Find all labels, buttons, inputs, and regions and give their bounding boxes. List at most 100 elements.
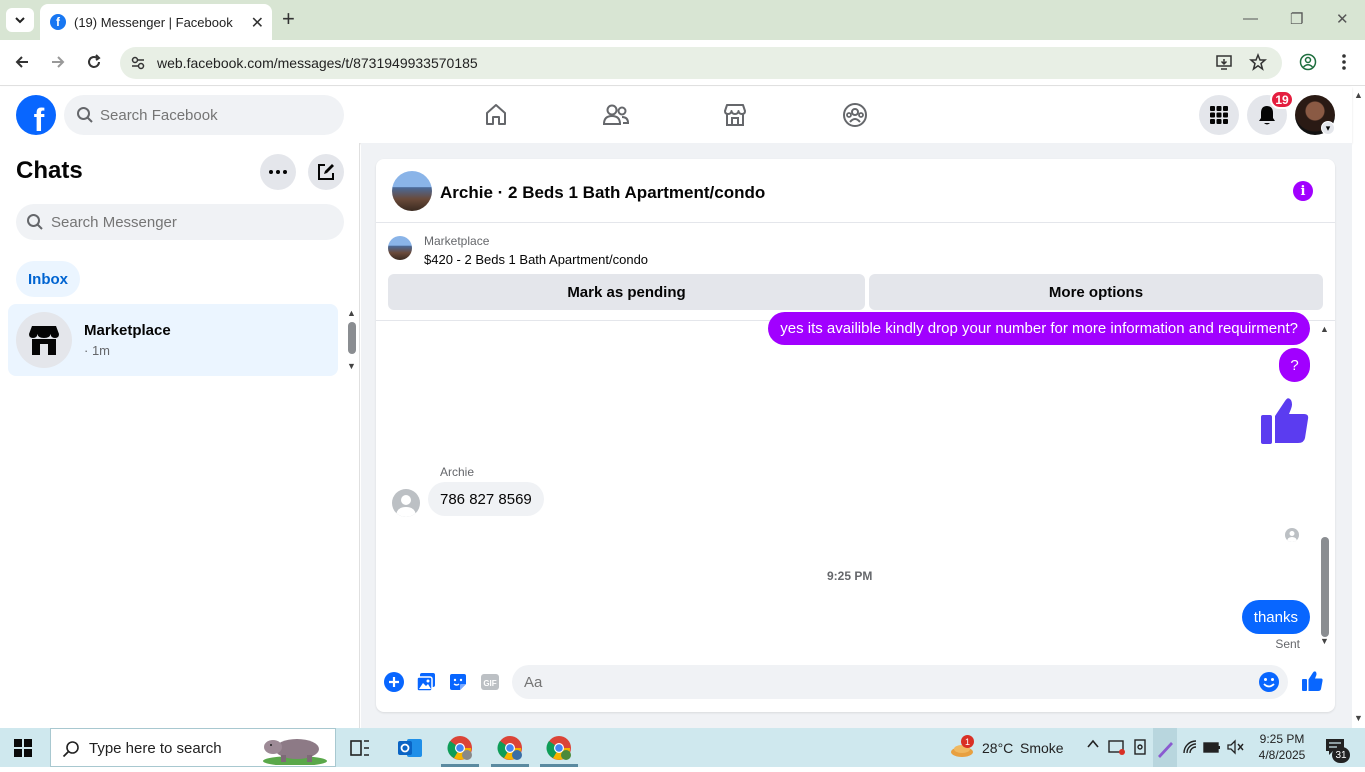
sender-avatar[interactable] (392, 489, 420, 517)
reload-icon[interactable] (83, 51, 105, 73)
new-message-button[interactable] (308, 154, 344, 190)
install-app-icon[interactable] (1215, 53, 1233, 76)
listing-thumbnail[interactable] (388, 236, 412, 260)
message-timestamp: 9:25 PM (827, 569, 873, 583)
conversation-title[interactable]: Archie · 2 Beds 1 Bath Apartment/condo (440, 183, 765, 203)
facebook-logo-icon[interactable]: f (16, 95, 56, 135)
sticker-icon[interactable] (447, 671, 469, 693)
info-icon[interactable]: i (1293, 181, 1313, 201)
notification-count: 31 (1332, 747, 1350, 763)
outgoing-message[interactable]: yes its availible kindly drop your numbe… (768, 312, 1310, 345)
more-actions-icon[interactable] (383, 671, 405, 693)
page-scroll-down[interactable]: ▼ (1354, 713, 1363, 723)
windows-taskbar: Type here to search 1 28°C Smoke 9:25 PM… (0, 728, 1365, 767)
chat-options-button[interactable] (260, 154, 296, 190)
browser-tab[interactable]: f (19) Messenger | Facebook ✕ (40, 4, 272, 40)
send-like-icon[interactable] (1301, 670, 1323, 692)
volume-muted-icon[interactable] (1227, 739, 1245, 758)
profile-icon[interactable] (1297, 51, 1319, 73)
taskbar-clock[interactable]: 9:25 PM 4/8/2025 (1256, 731, 1308, 763)
close-tab-icon[interactable]: ✕ (251, 13, 264, 33)
site-settings-icon[interactable] (130, 55, 146, 71)
chrome-profile-icon[interactable] (446, 734, 474, 762)
windows-start-icon[interactable] (14, 739, 32, 757)
chevron-down-icon (15, 17, 25, 24)
message-input-wrapper[interactable] (512, 665, 1288, 699)
outgoing-message[interactable]: thanks (1241, 600, 1310, 634)
emoji-icon[interactable] (1258, 671, 1280, 693)
conversation-scroll-down[interactable]: ▼ (1320, 636, 1329, 646)
battery-icon[interactable] (1203, 739, 1221, 758)
svg-text:GIF: GIF (483, 679, 496, 688)
message-composer: GIF (376, 659, 1335, 712)
inbox-filter-tab[interactable]: Inbox (16, 261, 80, 297)
chrome-profile-icon[interactable] (545, 734, 573, 762)
network-icon[interactable] (1182, 739, 1198, 758)
tab-search-dropdown[interactable] (6, 8, 34, 32)
messenger-search-input[interactable] (51, 204, 331, 240)
taskbar-search[interactable]: Type here to search (50, 728, 336, 767)
listing-title[interactable]: $420 - 2 Beds 1 Bath Apartment/condo (424, 252, 648, 267)
outlook-icon[interactable] (396, 734, 424, 762)
thumbs-up-sticker[interactable] (1260, 395, 1310, 445)
marketplace-store-icon (29, 326, 59, 355)
new-tab-icon[interactable]: + (282, 8, 295, 30)
camera-icon[interactable] (1133, 738, 1149, 759)
outgoing-message[interactable]: ? (1279, 348, 1310, 382)
mark-as-pending-button[interactable]: Mark as pending (388, 274, 865, 310)
more-options-button[interactable]: More options (869, 274, 1323, 310)
search-icon (27, 214, 43, 230)
forward-icon[interactable] (47, 51, 69, 73)
browser-menu-icon[interactable] (1333, 51, 1355, 73)
marketplace-icon[interactable] (715, 95, 755, 135)
weather-description[interactable]: Smoke (1020, 740, 1064, 756)
incoming-message[interactable]: 786 827 8569 (428, 482, 544, 516)
chat-name: Marketplace (84, 322, 171, 339)
person-icon (396, 495, 416, 517)
url-text: web.facebook.com/messages/t/873194993357… (157, 55, 478, 71)
notification-badge: 19 (1270, 90, 1294, 109)
facebook-search-input[interactable] (100, 95, 330, 135)
menu-grid-icon[interactable] (1199, 95, 1239, 135)
clock-time: 9:25 PM (1259, 732, 1305, 746)
listing-avatar[interactable] (392, 171, 432, 211)
weather-temperature[interactable]: 28°C (982, 740, 1013, 756)
sidebar-scroll-up[interactable]: ▲ (347, 308, 356, 318)
home-icon[interactable] (476, 95, 516, 135)
listing-source: Marketplace (424, 234, 490, 248)
close-window-icon[interactable]: ✕ (1336, 10, 1349, 28)
address-bar[interactable]: web.facebook.com/messages/t/873194993357… (120, 47, 1282, 79)
page-scroll-up[interactable]: ▲ (1354, 90, 1363, 100)
chevron-down-icon[interactable]: ▾ (1321, 121, 1335, 135)
weather-badge: 1 (961, 735, 974, 748)
clock-date: 4/8/2025 (1258, 748, 1306, 762)
meet-now-icon[interactable] (1108, 738, 1126, 759)
bookmark-star-icon[interactable] (1249, 52, 1267, 76)
photo-attach-icon[interactable] (415, 671, 437, 693)
facebook-search[interactable] (64, 95, 344, 135)
task-view-icon[interactable] (346, 734, 374, 762)
conversation-panel: Archie · 2 Beds 1 Bath Apartment/condo i… (376, 159, 1335, 712)
compose-icon (318, 164, 334, 180)
gif-icon[interactable]: GIF (479, 671, 501, 693)
seen-avatar (1285, 528, 1299, 542)
messenger-search[interactable] (16, 204, 344, 240)
friends-icon[interactable] (596, 95, 636, 135)
chrome-profile-icon[interactable] (496, 734, 524, 762)
sidebar-scrollbar[interactable] (348, 322, 356, 354)
back-icon[interactable] (11, 51, 33, 73)
marketplace-avatar (16, 312, 72, 368)
pen-tray-button[interactable] (1153, 728, 1177, 767)
sidebar-scroll-down[interactable]: ▼ (347, 361, 356, 371)
conversation-scroll-up[interactable]: ▲ (1320, 324, 1329, 334)
conversation-scrollbar[interactable] (1321, 537, 1329, 637)
show-hidden-icons-icon[interactable] (1086, 737, 1100, 754)
minimize-icon[interactable]: — (1243, 10, 1258, 27)
pen-icon (1158, 742, 1173, 758)
message-status: Sent (1275, 637, 1300, 651)
chats-sidebar: Chats Inbox Marketplace · 1m ▲ ▼ (0, 143, 360, 728)
message-input[interactable] (524, 665, 1224, 699)
groups-icon[interactable] (835, 95, 875, 135)
restore-icon[interactable]: ❐ (1290, 10, 1303, 28)
chat-list-item[interactable]: Marketplace · 1m (8, 304, 338, 376)
